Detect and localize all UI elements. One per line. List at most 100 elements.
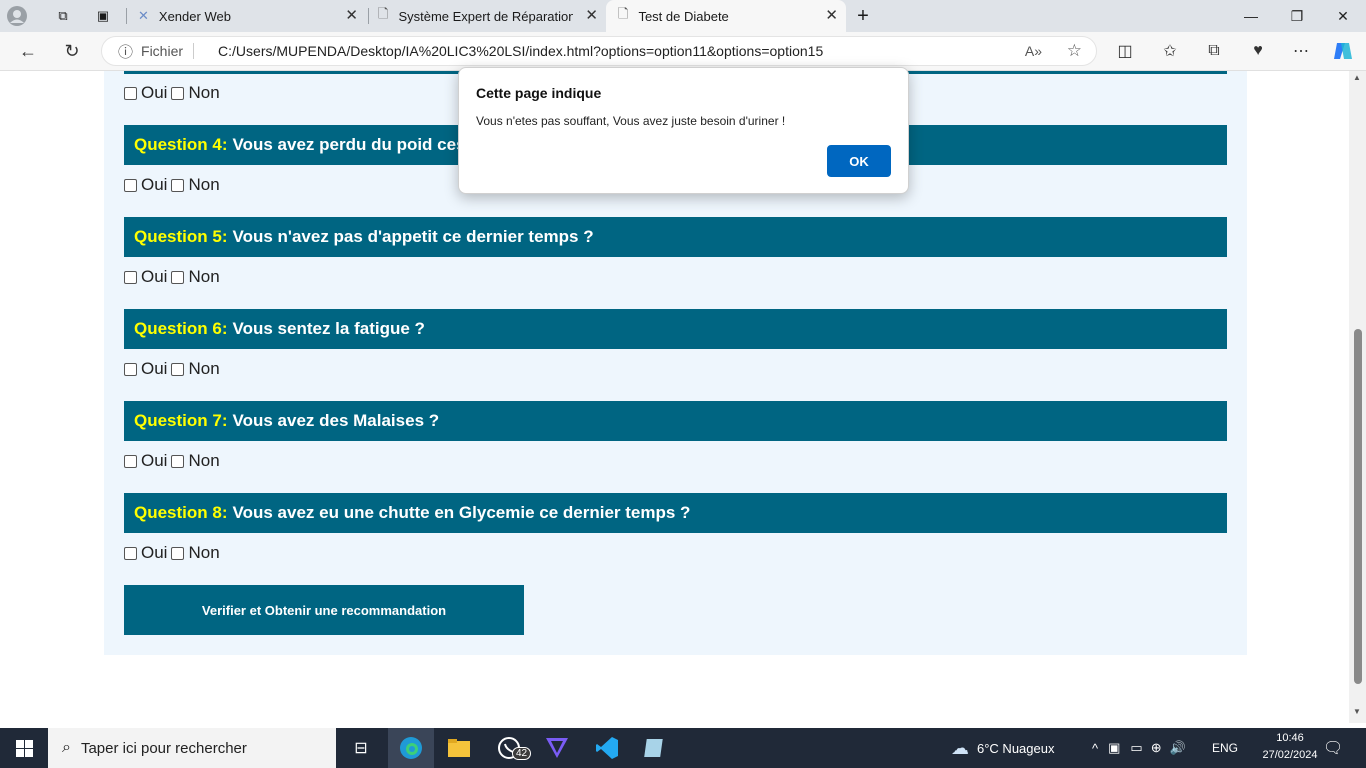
- back-button[interactable]: ←: [13, 36, 43, 66]
- vscode-button[interactable]: [584, 728, 630, 768]
- scroll-thumb[interactable]: [1354, 329, 1362, 684]
- url-text[interactable]: C:/Users/MUPENDA/Desktop/IA%20LIC3%20LSI…: [218, 43, 823, 59]
- restore-icon: ❐: [1290, 7, 1304, 24]
- label-oui: Oui: [141, 267, 168, 286]
- collections-button[interactable]: ⧉: [1200, 37, 1228, 65]
- close-tab-icon[interactable]: ✕: [825, 8, 838, 24]
- tab-systeme-expert[interactable]: 🗋 Système Expert de Réparation d' ✕: [370, 0, 606, 32]
- workspaces-button[interactable]: ⧉: [48, 0, 78, 32]
- close-window-button[interactable]: ✕: [1320, 0, 1366, 32]
- edge-taskbar-button[interactable]: [388, 728, 434, 768]
- folder-icon: [448, 739, 470, 757]
- taskbar-clock[interactable]: 10:46 27/02/2024: [1262, 730, 1318, 764]
- notes-icon: [644, 739, 663, 757]
- refresh-button[interactable]: ↻: [57, 36, 87, 66]
- search-placeholder: Taper ici pour rechercher: [80, 739, 247, 757]
- split-screen-button[interactable]: ◫: [1111, 37, 1139, 65]
- tab-actions-button[interactable]: ▣: [88, 0, 118, 32]
- answer-row: Oui Non: [124, 175, 224, 195]
- question-7-header: Question 7: Vous avez des Malaises ?: [124, 401, 1227, 441]
- question-text: Vous sentez la fatigue ?: [232, 319, 425, 338]
- favorites-button[interactable]: ✩: [1156, 37, 1184, 65]
- network-icon[interactable]: ⊕: [1151, 740, 1162, 756]
- tab-xender[interactable]: ✕ Xender Web ✕: [130, 0, 366, 32]
- windows-taskbar: ⌕ Taper ici pour rechercher ⊟ 42 ☁ 6°C N…: [0, 728, 1366, 768]
- copilot-button[interactable]: [1329, 37, 1357, 65]
- restore-button[interactable]: ❐: [1274, 0, 1320, 32]
- tab-actions-icon: ▣: [96, 8, 110, 23]
- refresh-icon: ↻: [64, 40, 80, 61]
- page-scrollbar[interactable]: ▲ ▼: [1349, 71, 1366, 723]
- task-view-icon: ⊟: [354, 740, 368, 757]
- minimize-icon: —: [1244, 8, 1258, 24]
- scroll-down-icon[interactable]: ▼: [1353, 707, 1361, 716]
- document-icon: 🗋: [618, 6, 629, 21]
- label-non: Non: [188, 451, 220, 470]
- checkbox-non[interactable]: [171, 178, 185, 192]
- vscode-icon: [596, 737, 618, 759]
- address-bar[interactable]: ⓘ Fichier C:/Users/MUPENDA/Desktop/IA%20…: [101, 36, 1097, 66]
- tray-icons[interactable]: ^ ▣ ▭ ⊕ 🔊: [1092, 728, 1186, 768]
- profile-button[interactable]: [6, 0, 40, 32]
- browser-essentials-button[interactable]: ♥: [1244, 37, 1272, 65]
- windows-logo-icon: [15, 739, 33, 757]
- tab-test-diabete[interactable]: 🗋 Test de Diabete ✕: [606, 0, 846, 32]
- checkbox-oui[interactable]: [124, 362, 137, 376]
- checkbox-non[interactable]: [171, 270, 185, 284]
- battery-icon[interactable]: ▭: [1130, 740, 1142, 756]
- answer-row: Oui Non: [124, 83, 224, 103]
- xender-icon: ✕: [138, 8, 149, 23]
- workspaces-icon: ⧉: [58, 8, 68, 23]
- label-non: Non: [188, 543, 220, 562]
- scheme-label: Fichier: [141, 43, 184, 59]
- checkbox-oui[interactable]: [124, 270, 137, 284]
- language-indicator[interactable]: ENG: [1212, 728, 1238, 768]
- notification-badge: 42: [512, 747, 532, 760]
- more-icon: ⋯: [1293, 43, 1309, 60]
- weather-widget[interactable]: ☁ 6°C Nuageux: [951, 728, 1054, 768]
- task-view-button[interactable]: ⊟: [338, 728, 384, 768]
- copilot-icon: [1334, 43, 1352, 59]
- question-text: Vous avez perdu du poid ces d: [232, 135, 481, 154]
- camera-icon[interactable]: ▣: [1108, 740, 1120, 756]
- tab-separator: [126, 8, 127, 24]
- checkbox-oui[interactable]: [124, 546, 137, 560]
- search-icon: ⌕: [62, 739, 71, 756]
- checkbox-non[interactable]: [171, 86, 185, 100]
- edge-icon: [400, 737, 422, 759]
- label-oui: Oui: [141, 543, 168, 562]
- arrow-left-icon: ←: [19, 40, 37, 61]
- whatsapp-button[interactable]: 42: [486, 728, 532, 768]
- checkbox-oui[interactable]: [124, 86, 137, 100]
- dialog-ok-button[interactable]: OK: [827, 145, 891, 177]
- close-tab-icon[interactable]: ✕: [585, 8, 598, 24]
- vpn-app-button[interactable]: [534, 728, 580, 768]
- info-icon[interactable]: ⓘ: [118, 41, 133, 62]
- taskbar-search[interactable]: ⌕ Taper ici pour rechercher: [48, 728, 336, 768]
- checkbox-oui[interactable]: [124, 178, 137, 192]
- notifications-button[interactable]: 🗨: [1323, 728, 1343, 768]
- checkbox-non[interactable]: [171, 362, 185, 376]
- verify-recommendation-button[interactable]: Verifier et Obtenir une recommandation: [124, 585, 524, 635]
- close-tab-icon[interactable]: ✕: [345, 8, 358, 24]
- dialog-title: Cette page indique: [476, 85, 602, 101]
- collections-icon: ⧉: [1208, 42, 1220, 59]
- new-tab-button[interactable]: +: [848, 0, 878, 32]
- chevron-up-icon[interactable]: ^: [1092, 741, 1098, 756]
- label-oui: Oui: [141, 175, 168, 194]
- notes-app-button[interactable]: [632, 728, 678, 768]
- split-screen-icon: ◫: [1117, 43, 1133, 60]
- read-aloud-icon[interactable]: A»: [1025, 43, 1042, 59]
- minimize-button[interactable]: —: [1228, 0, 1274, 32]
- scroll-up-icon[interactable]: ▲: [1353, 73, 1361, 82]
- volume-icon[interactable]: 🔊: [1170, 740, 1186, 756]
- checkbox-non[interactable]: [171, 454, 185, 468]
- start-button[interactable]: [0, 728, 48, 768]
- settings-menu-button[interactable]: ⋯: [1287, 37, 1315, 65]
- checkbox-oui[interactable]: [124, 454, 137, 468]
- question-number: Question 5:: [134, 227, 228, 246]
- file-explorer-button[interactable]: [436, 728, 482, 768]
- favorite-star-icon[interactable]: ☆: [1067, 41, 1082, 61]
- checkbox-non[interactable]: [171, 546, 185, 560]
- label-non: Non: [188, 83, 220, 102]
